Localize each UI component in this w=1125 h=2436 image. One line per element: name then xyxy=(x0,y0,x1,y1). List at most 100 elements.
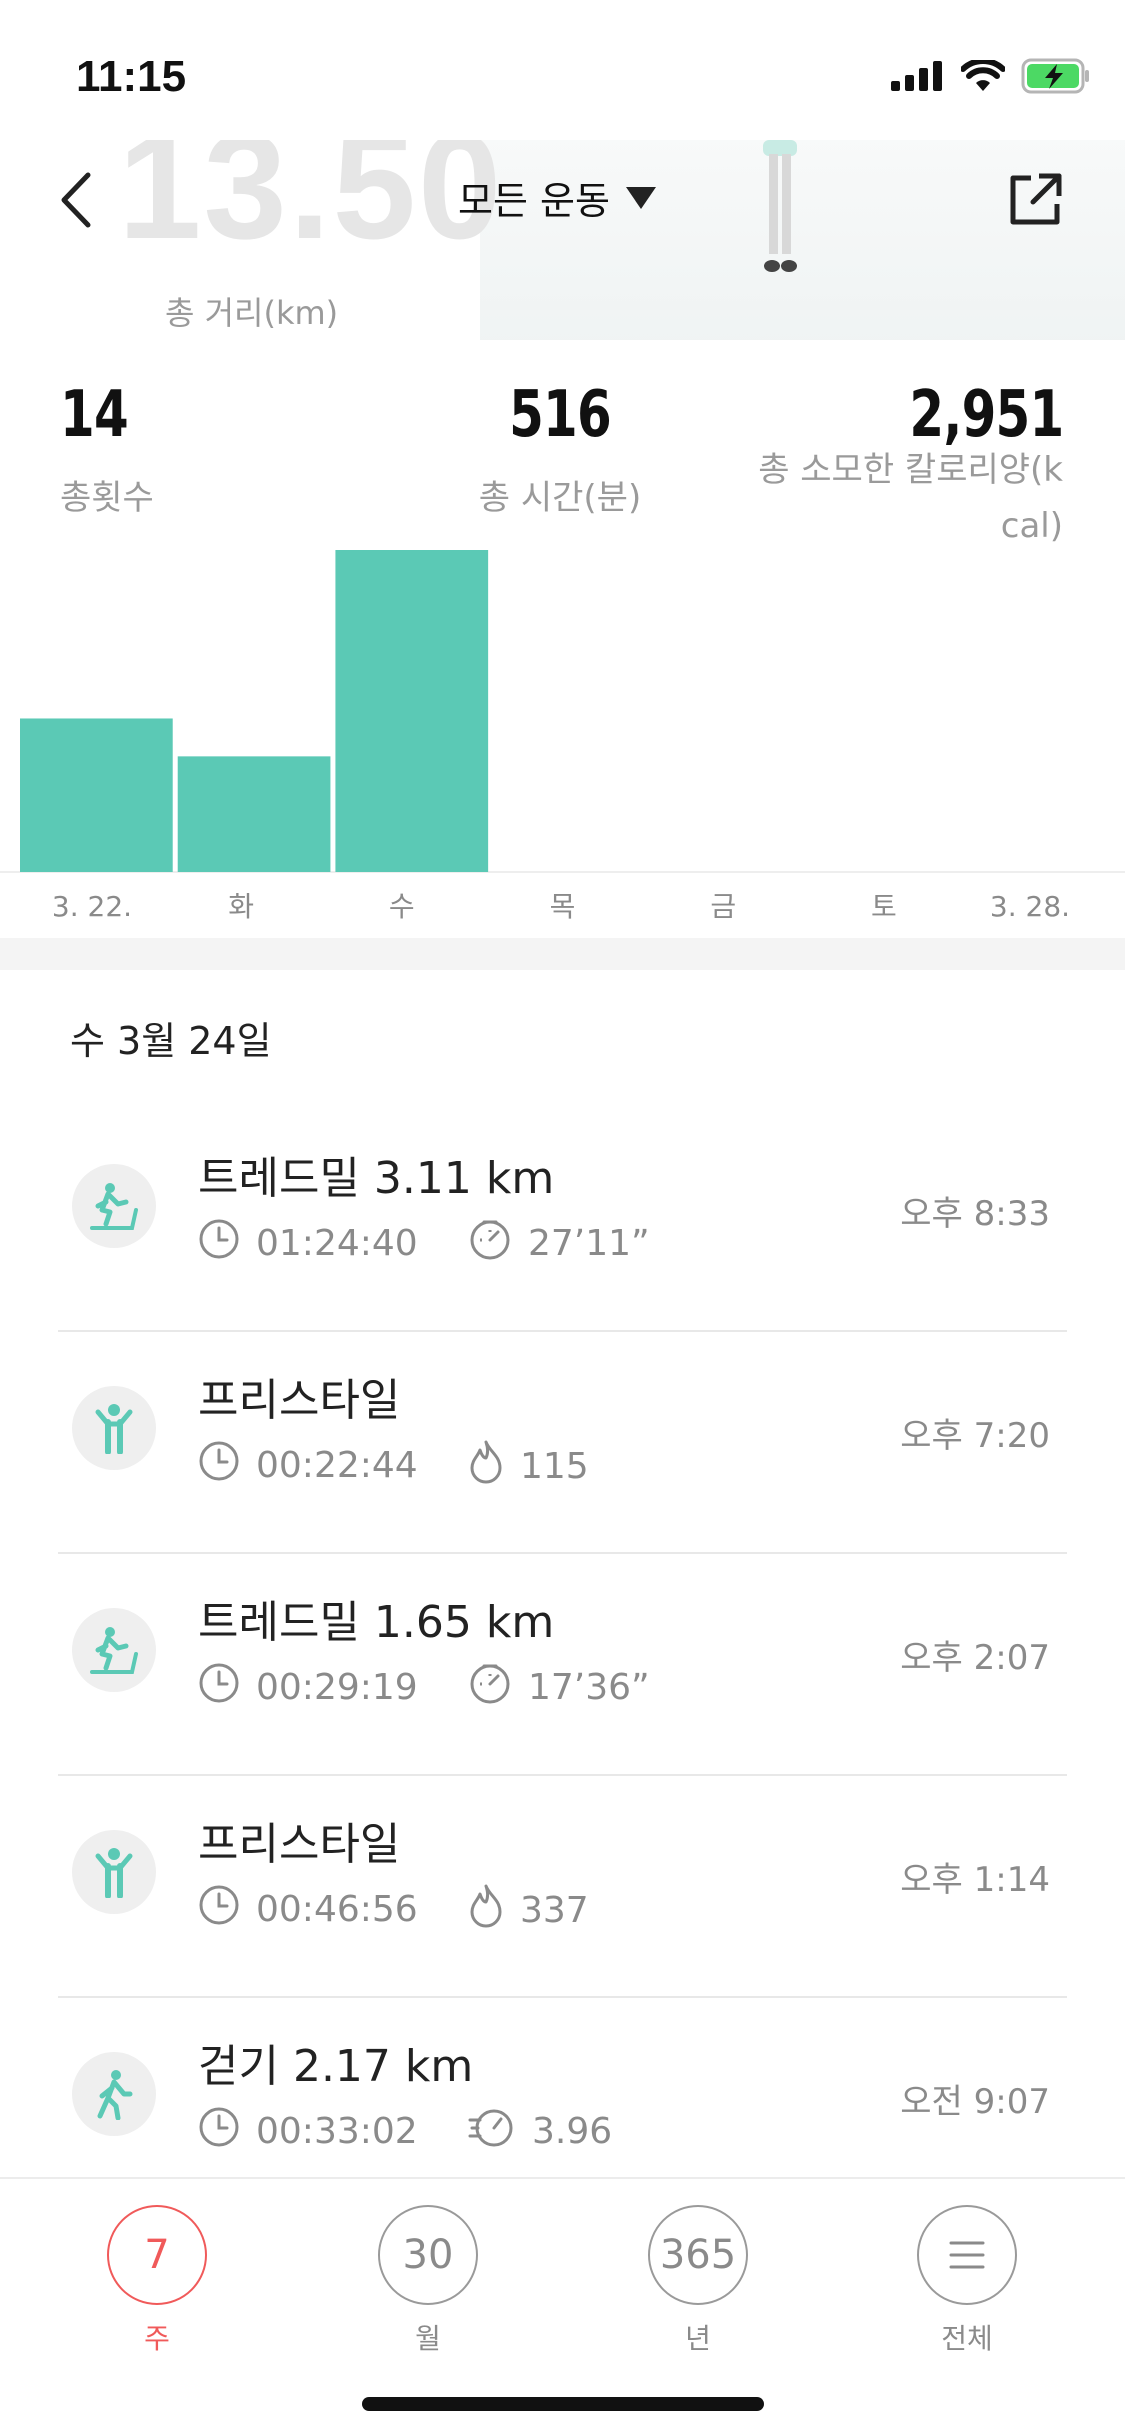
status-time: 11:15 xyxy=(76,52,187,101)
signal-icon xyxy=(891,61,942,91)
clock-icon xyxy=(198,1662,240,1713)
freestyle-icon xyxy=(72,1386,156,1470)
share-button[interactable] xyxy=(1005,170,1065,230)
chart-x-label-3: 목 xyxy=(550,890,576,923)
total-distance-value: 13.50 xyxy=(118,140,504,270)
clock-icon xyxy=(198,2106,240,2157)
tab-year[interactable]: 365 년 xyxy=(628,2205,768,2357)
workout-list-item[interactable]: 프리스타일 00:22:44 115 오후 7:20 xyxy=(0,1332,1125,1554)
tab-number: 30 xyxy=(402,2232,454,2278)
chart-x-label-1: 화 xyxy=(228,890,254,923)
home-indicator xyxy=(362,2397,764,2411)
workout-duration: 00:29:19 xyxy=(198,1662,418,1713)
pace-icon xyxy=(468,1662,512,1713)
back-button[interactable] xyxy=(52,165,102,235)
duration-value: 00:33:02 xyxy=(256,2111,418,2152)
workout-secondary-metric: 337 xyxy=(468,1884,589,1937)
pace-icon xyxy=(468,1218,512,1269)
tab-all[interactable]: 전체 xyxy=(897,2205,1037,2357)
workout-title: 프리스타일 xyxy=(198,1819,401,1870)
workout-list-item[interactable]: 프리스타일 00:46:56 337 오후 1:14 xyxy=(0,1776,1125,1998)
workout-list-item[interactable]: 트레드밀 1.65 km 00:29:19 17’36” 오후 2:07 xyxy=(0,1554,1125,1776)
speed-icon xyxy=(468,2106,516,2157)
tab-circle: 365 xyxy=(648,2205,748,2305)
secondary-metric-value: 3.96 xyxy=(532,2111,613,2152)
freestyle-icon xyxy=(72,1830,156,1914)
workout-duration: 00:33:02 xyxy=(198,2106,418,2157)
flame-icon xyxy=(468,1440,504,1493)
tab-label: 월 xyxy=(415,2322,441,2355)
clock-icon xyxy=(198,1884,240,1935)
workout-start-time: 오후 2:07 xyxy=(900,1638,1050,1678)
wifi-icon xyxy=(961,60,1005,91)
workout-secondary-metric: 27’11” xyxy=(468,1218,650,1269)
chart-svg: 3. 22. 화 수 목 금 토 3. 28. xyxy=(0,550,1125,923)
tab-label: 전체 xyxy=(941,2322,993,2355)
battery-charging-icon xyxy=(1021,58,1089,94)
status-icons xyxy=(891,58,1091,94)
walking-icon xyxy=(72,2052,156,2136)
total-count-label: 총횟수 xyxy=(60,478,154,518)
total-time-label: 총 시간(분) xyxy=(478,478,642,518)
date-header: 수 3월 24일 xyxy=(70,1019,272,1063)
total-calories-value: 2,951 xyxy=(908,378,1064,452)
duration-value: 00:29:19 xyxy=(256,1667,418,1708)
filter-label: 모든 운동 xyxy=(458,179,610,223)
calories-label-line1: 총 소모한 칼로리양(k xyxy=(758,450,1063,490)
workout-secondary-metric: 3.96 xyxy=(468,2106,612,2157)
total-time-value: 516 xyxy=(509,378,612,452)
weekly-bar-chart: 3. 22. 화 수 목 금 토 3. 28. xyxy=(0,520,1125,930)
workout-title: 걷기 2.17 km xyxy=(198,2041,474,2092)
chart-x-label-4: 금 xyxy=(710,890,736,923)
tab-circle: 30 xyxy=(378,2205,478,2305)
workout-duration: 00:22:44 xyxy=(198,1440,418,1491)
workout-list-item[interactable]: 트레드밀 3.11 km 01:24:40 27’11” 오후 8:33 xyxy=(0,1110,1125,1332)
total-distance-label: 총 거리(km) xyxy=(165,294,339,332)
chart-x-label-0: 3. 22. xyxy=(52,890,132,923)
workout-filter-dropdown[interactable]: 모든 운동 xyxy=(458,170,658,225)
secondary-metric-value: 337 xyxy=(520,1890,589,1931)
tab-month[interactable]: 30 월 xyxy=(358,2205,498,2357)
chart-x-label-6: 3. 28. xyxy=(990,890,1070,923)
chart-x-label-5: 토 xyxy=(871,890,897,923)
workout-title: 프리스타일 xyxy=(198,1375,401,1426)
tab-circle xyxy=(917,2205,1017,2305)
treadmill-icon xyxy=(72,1608,156,1692)
workout-secondary-metric: 115 xyxy=(468,1440,589,1493)
workout-start-time: 오후 7:20 xyxy=(900,1416,1050,1456)
tab-number: 365 xyxy=(659,2232,737,2278)
workout-duration: 01:24:40 xyxy=(198,1218,418,1269)
tab-label: 년 xyxy=(685,2322,711,2355)
workout-secondary-metric: 17’36” xyxy=(468,1662,650,1713)
workout-start-time: 오전 9:07 xyxy=(900,2082,1050,2122)
workout-start-time: 오후 8:33 xyxy=(900,1194,1050,1234)
clock-icon xyxy=(198,1218,240,1269)
tab-label: 주 xyxy=(144,2322,170,2355)
workout-start-time: 오후 1:14 xyxy=(900,1860,1050,1900)
total-count-value: 14 xyxy=(60,378,129,452)
caret-down-icon xyxy=(625,186,656,209)
chart-bar-2[interactable] xyxy=(335,550,489,872)
chart-bar-1[interactable] xyxy=(177,756,331,872)
duration-value: 01:24:40 xyxy=(256,1223,418,1264)
flame-icon xyxy=(468,1884,504,1937)
chart-bar-0[interactable] xyxy=(20,718,173,872)
duration-value: 00:22:44 xyxy=(256,1445,418,1486)
hero-figure-image xyxy=(763,140,797,272)
section-divider xyxy=(0,938,1125,970)
clock-icon xyxy=(198,1440,240,1491)
chart-x-label-2: 수 xyxy=(389,890,415,923)
tab-week[interactable]: 7주 xyxy=(87,2205,227,2357)
workout-title: 트레드밀 3.11 km xyxy=(198,1153,555,1204)
menu-icon xyxy=(949,2241,985,2269)
header: 13.50 모든 운동 총 거리(km) xyxy=(0,140,1125,340)
workout-title: 트레드밀 1.65 km xyxy=(198,1597,555,1648)
duration-value: 00:46:56 xyxy=(256,1889,418,1930)
treadmill-icon xyxy=(72,1164,156,1248)
tab-number: 7 xyxy=(144,2232,170,2278)
secondary-metric-value: 17’36” xyxy=(528,1667,650,1708)
workout-duration: 00:46:56 xyxy=(198,1884,418,1935)
secondary-metric-value: 27’11” xyxy=(528,1223,650,1264)
status-bar: 11:15 xyxy=(0,0,1125,140)
tab-circle: 7 xyxy=(107,2205,207,2305)
